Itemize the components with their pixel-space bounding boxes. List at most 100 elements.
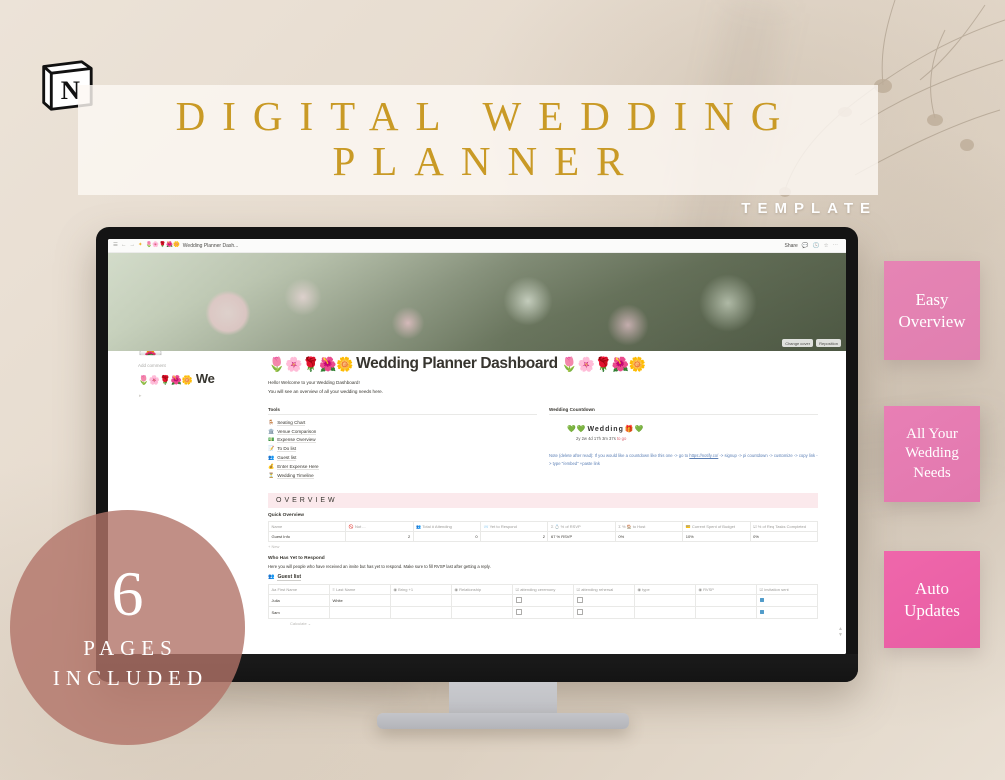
column-header[interactable]: ◉ RVSP xyxy=(695,583,757,595)
tool-item[interactable]: 🪑 Seating Chart xyxy=(268,418,537,427)
guest-list-table[interactable]: Aa First Name ≡ Last Name ◉ Bring +1 ◉ Rela… xyxy=(268,583,818,619)
column-header[interactable]: 💳 Current Spent of Budget xyxy=(682,520,751,532)
table-cell[interactable] xyxy=(695,593,757,607)
table-cell[interactable]: 10% xyxy=(682,530,751,542)
tool-item[interactable]: 💰 Enter Expense Here xyxy=(268,462,537,471)
table-cell[interactable] xyxy=(634,605,696,619)
table-cell[interactable]: 67 % RSVP xyxy=(547,530,616,542)
table-row[interactable]: Guest Info 2 0 2 67 % RSVP 0% 10% 0% xyxy=(267,530,819,542)
table-cell[interactable] xyxy=(573,605,635,619)
checkbox-checked-icon[interactable] xyxy=(759,609,764,614)
table-cell[interactable] xyxy=(756,605,818,619)
column-header[interactable]: ☑ % of Req Tasks Completed xyxy=(749,520,819,532)
countdown-note-text: Note (delete after read): If you would l… xyxy=(549,452,689,458)
intro-line-2: You will see an overview of all your wed… xyxy=(268,388,383,394)
favorite-icon[interactable]: ☆ xyxy=(824,243,829,249)
page-cover-image: Change cover Reposition xyxy=(108,253,846,351)
column-header[interactable]: 📨 Yet to Respond xyxy=(480,520,549,532)
column-header[interactable]: Σ 💍 % of RSVP xyxy=(547,520,616,532)
table-cell[interactable]: Guest Info xyxy=(267,530,347,542)
table-header-row: Name 🚫 Not ... 👥 Total # Attending 📨 Yet to… xyxy=(267,520,819,532)
table-row[interactable]: Sam xyxy=(268,605,818,619)
collapse-caret-icon[interactable]: ▸ xyxy=(139,393,142,399)
quick-overview-table[interactable]: Name 🚫 Not ... 👥 Total # Attending 📨 Yet to… xyxy=(267,520,819,542)
share-button[interactable]: Share xyxy=(785,243,798,249)
table-header-row: Aa First Name ≡ Last Name ◉ Bring +1 ◉ Rela… xyxy=(268,583,818,595)
column-header[interactable]: Aa First Name xyxy=(268,583,330,595)
table-cell[interactable]: White xyxy=(329,593,391,607)
tool-item-label: Guest list xyxy=(277,454,297,461)
table-cell[interactable] xyxy=(512,605,574,619)
column-header[interactable]: ☑ attending ceremony xyxy=(512,583,574,595)
page-icon[interactable]: 👰 xyxy=(138,351,163,355)
table-cell[interactable] xyxy=(512,593,574,607)
change-cover-button[interactable]: Change cover xyxy=(782,339,814,347)
table-row[interactable]: Julia White xyxy=(268,593,818,607)
checkbox-unchecked-icon[interactable] xyxy=(515,596,522,603)
tool-item-icon: 🏛️ xyxy=(268,428,275,435)
respond-description: Here you will people who have received a… xyxy=(268,563,491,569)
column-header[interactable]: ◉ Relationship xyxy=(451,583,513,595)
column-header[interactable]: Name xyxy=(267,520,347,532)
countdown-note-link[interactable]: https://notify.co/ xyxy=(689,453,718,458)
clock-icon[interactable]: 🕓 xyxy=(813,243,820,249)
table-cell[interactable] xyxy=(329,605,391,619)
tool-item[interactable]: 📝 To Do list xyxy=(268,445,537,454)
countdown-note: Note (delete after read): If you would l… xyxy=(549,452,818,468)
breadcrumb[interactable]: Wedding Planner Dash... xyxy=(183,243,239,249)
add-comment-button[interactable]: Add comment xyxy=(138,363,166,368)
column-header[interactable]: 🚫 Not ... xyxy=(345,520,414,532)
column-header[interactable]: ☑ invitation sent xyxy=(756,583,818,595)
column-header[interactable]: ≡ Last Name xyxy=(329,583,391,595)
tool-item[interactable]: 💵 Expense Overview xyxy=(268,436,537,445)
table-cell[interactable]: 0% xyxy=(614,530,684,542)
table-cell[interactable] xyxy=(695,605,757,619)
guest-list-calculate[interactable]: Calculate ⌄ xyxy=(268,621,818,626)
comment-icon[interactable]: 💬 xyxy=(802,243,809,249)
title-text: Wedding Planner Dashboard xyxy=(356,355,558,372)
sidebar-toggle-icon[interactable]: ☰ xyxy=(113,242,118,249)
countdown-time: 2y 2w 4d 17h 3m 37s to go xyxy=(567,436,818,441)
included-label: INCLUDED xyxy=(52,666,209,691)
overview-section-band: OVERVIEW xyxy=(268,492,818,508)
tool-item[interactable]: 🏛️ Venue Comparison xyxy=(268,427,537,436)
reposition-button[interactable]: Reposition xyxy=(816,339,841,347)
guest-list-db-title[interactable]: 👥 Guest list xyxy=(268,574,818,581)
table-cell[interactable] xyxy=(634,593,696,607)
star-icon[interactable]: ✦ xyxy=(138,242,143,249)
table-cell[interactable]: 0 xyxy=(412,530,482,542)
table-cell[interactable] xyxy=(390,605,452,619)
checkbox-unchecked-icon[interactable] xyxy=(515,608,522,615)
column-header[interactable]: ◉ Bring +1 xyxy=(390,583,452,595)
badge-all-your-wedding-needs: All Your Wedding Needs xyxy=(884,406,980,502)
table-cell[interactable]: 2 xyxy=(480,530,549,542)
checkbox-unchecked-icon[interactable] xyxy=(576,608,583,615)
forward-icon[interactable]: → xyxy=(129,242,135,249)
tool-item[interactable]: 👥 Guest list xyxy=(268,454,537,463)
tools-heading: Tools xyxy=(268,407,537,416)
page-title-text-fragment: We xyxy=(195,371,215,386)
table-cell[interactable]: 0% xyxy=(749,530,819,542)
table-cell[interactable] xyxy=(756,593,818,607)
table-cell[interactable]: Julia xyxy=(268,593,330,607)
more-options-icon[interactable]: ⋯ xyxy=(833,243,839,249)
table-cell[interactable] xyxy=(573,593,635,607)
table-cell[interactable] xyxy=(451,605,513,619)
checkbox-checked-icon[interactable] xyxy=(759,597,764,602)
column-header[interactable]: 👥 Total # Attending xyxy=(412,520,482,532)
table-cell[interactable] xyxy=(390,593,452,607)
quick-overview-new-row[interactable]: + New xyxy=(268,544,818,549)
table-cell[interactable]: Sam xyxy=(268,605,330,619)
column-header[interactable]: Σ % 🏠 to Host xyxy=(614,520,684,532)
back-icon[interactable]: ← xyxy=(121,242,127,249)
table-cell[interactable] xyxy=(451,593,513,607)
table-cell[interactable]: 2 xyxy=(345,530,414,542)
tool-item[interactable]: ⏳ Wedding Timeline xyxy=(268,471,537,480)
column-header[interactable]: ◉ type xyxy=(634,583,696,595)
scroll-indicator[interactable]: ▲ ▼ xyxy=(838,626,843,638)
column-header[interactable]: ☑ attending rehersal xyxy=(573,583,635,595)
checkbox-unchecked-icon[interactable] xyxy=(576,596,583,603)
tool-item-icon: 💵 xyxy=(268,437,275,444)
pages-included-badge: 6 PAGES INCLUDED xyxy=(10,510,245,745)
notion-topbar: ☰ ← → ✦ 🌷🌸🌹🌺🌼 Wedding Planner Dash... Sh… xyxy=(108,239,846,253)
